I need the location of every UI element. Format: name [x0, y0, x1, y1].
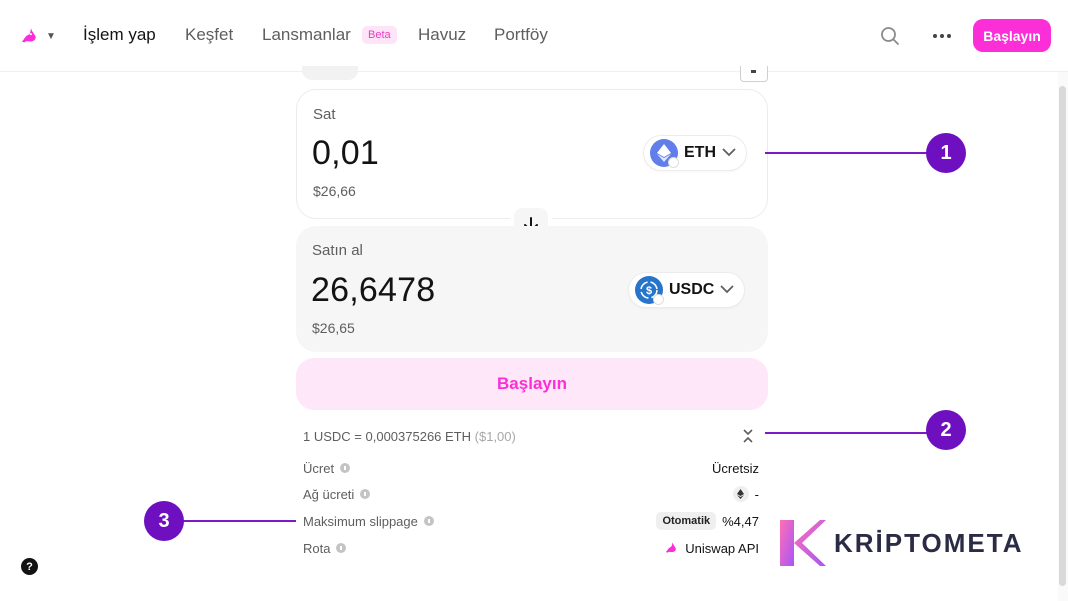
buy-usd-value: $26,65: [312, 320, 355, 336]
uniswap-route-icon: [665, 542, 677, 553]
buy-label: Satın al: [312, 242, 363, 259]
info-icon[interactable]: [336, 543, 347, 553]
fee-row: Ücret Ücretsiz: [303, 458, 759, 478]
chevron-down-icon: [722, 146, 736, 160]
exchange-rate[interactable]: 1 USDC = 0,000375266 ETH ($1,00): [303, 429, 516, 444]
nav-launches[interactable]: Lansmanlar: [262, 25, 351, 45]
svg-text:$: $: [646, 285, 652, 297]
network-fee-row: Ağ ücreti -: [303, 484, 759, 504]
settings-button-partial[interactable]: [740, 66, 768, 82]
auto-slippage-badge[interactable]: Otomatik: [656, 512, 717, 530]
fee-value: Ücretsiz: [712, 460, 759, 476]
nav-portfolio[interactable]: Portföy: [494, 25, 548, 45]
chevron-down-icon: ▼: [46, 30, 56, 42]
sell-panel: Sat 0,01 $26,66 ETH: [296, 89, 768, 219]
exchange-rate-usd: ($1,00): [474, 429, 516, 444]
route-label: Rota: [303, 540, 331, 556]
exchange-rate-text: 1 USDC = 0,000375266 ETH: [303, 429, 472, 444]
sell-token-selector[interactable]: ETH: [643, 135, 747, 171]
network-badge-icon: [653, 294, 664, 305]
buy-token-selector[interactable]: $ USDC: [628, 272, 746, 308]
unicorn-logo-icon: [21, 28, 36, 43]
max-slippage-row: Maksimum slippage Otomatik %4,47: [303, 511, 759, 531]
nav-trade[interactable]: İşlem yap: [83, 25, 156, 45]
sell-label: Sat: [313, 106, 336, 123]
info-icon[interactable]: [360, 489, 371, 499]
fee-label: Ücret: [303, 460, 335, 476]
annotation-marker-2: 2: [926, 410, 966, 450]
kriptometa-watermark: KRİPTOMETA: [780, 519, 1023, 567]
help-button[interactable]: ?: [21, 558, 38, 575]
network-fee-value: -: [754, 486, 759, 502]
info-icon[interactable]: [423, 516, 434, 526]
usdc-token-icon: $: [635, 276, 664, 305]
beta-badge: Beta: [362, 26, 397, 44]
collapse-details-icon[interactable]: [740, 428, 756, 444]
buy-token-symbol: USDC: [669, 281, 715, 298]
route-row: Rota Uniswap API: [303, 538, 759, 558]
search-icon[interactable]: [878, 24, 902, 48]
max-slippage-value: %4,47: [722, 513, 759, 529]
max-slippage-label: Maksimum slippage: [303, 513, 418, 529]
watermark-text: KRİPTOMETA: [834, 527, 1024, 558]
scrollbar-thumb[interactable]: [1059, 86, 1066, 586]
top-nav: ▼ İşlem yap Keşfet Lansmanlar Beta Havuz…: [0, 0, 1068, 72]
buy-panel: Satın al 26,6478 $26,65 $ USDC: [296, 226, 768, 352]
annotation-marker-3: 3: [144, 501, 184, 541]
swap-tab-partial: [302, 66, 358, 80]
sell-token-symbol: ETH: [684, 144, 716, 161]
get-started-button[interactable]: Başlayın: [296, 358, 768, 410]
uniswap-logo-menu[interactable]: ▼: [18, 24, 58, 48]
start-button[interactable]: Başlayın: [973, 19, 1051, 52]
ethereum-network-icon: [732, 486, 749, 502]
kriptometa-logo-icon: [780, 520, 826, 566]
sell-amount-input[interactable]: 0,01: [312, 134, 379, 173]
network-fee-label: Ağ ücreti: [303, 486, 355, 502]
eth-token-icon: [650, 139, 679, 168]
nav-explore[interactable]: Keşfet: [185, 25, 233, 45]
chevron-down-icon: [720, 283, 734, 297]
route-value: Uniswap API: [685, 540, 759, 556]
network-badge-icon: [668, 157, 679, 168]
more-options-icon[interactable]: [930, 24, 954, 48]
annotation-line-1: [765, 152, 929, 154]
nav-pool[interactable]: Havuz: [418, 25, 466, 45]
annotation-line-2: [765, 432, 929, 434]
sell-usd-value: $26,66: [313, 183, 356, 199]
buy-amount-output[interactable]: 26,6478: [311, 271, 435, 310]
annotation-line-3: [182, 520, 296, 522]
info-icon[interactable]: [340, 463, 351, 473]
annotation-marker-1: 1: [926, 133, 966, 173]
